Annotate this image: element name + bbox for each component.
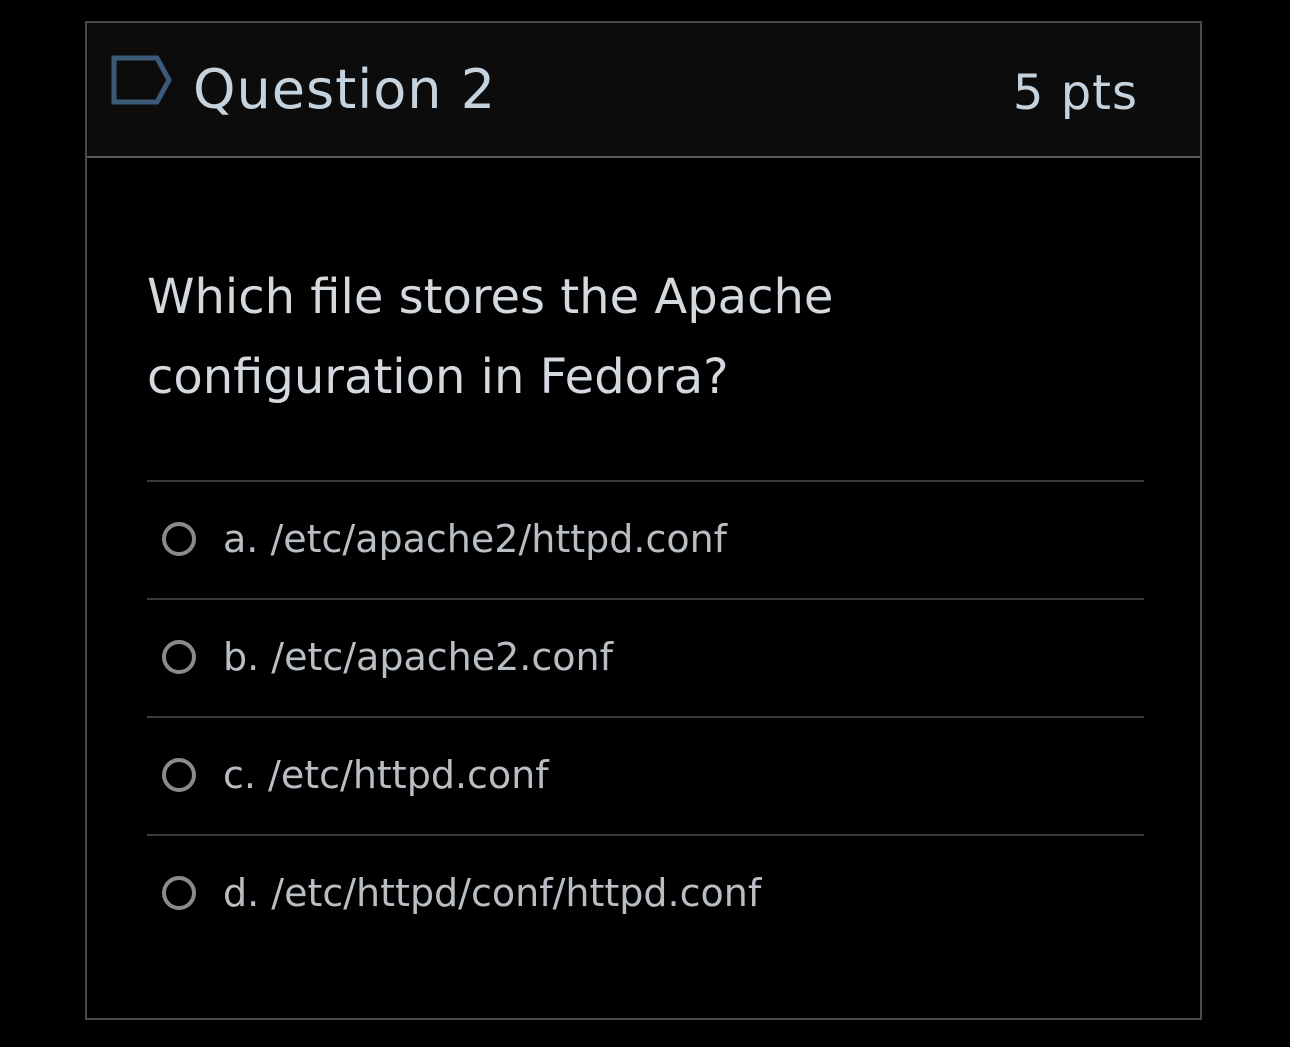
flag-question-icon[interactable] (111, 55, 173, 105)
radio-button[interactable] (162, 522, 196, 556)
answer-label[interactable]: c. /etc/httpd.conf (223, 750, 549, 800)
question-points: 5 pts (1012, 65, 1138, 121)
question-header: Question 2 5 pts (87, 23, 1200, 158)
answer-option-b[interactable]: b. /etc/apache2.conf (147, 598, 1144, 716)
radio-button[interactable] (162, 876, 196, 910)
answer-option-a[interactable]: a. /etc/apache2/httpd.conf (147, 480, 1144, 598)
answer-option-c[interactable]: c. /etc/httpd.conf (147, 716, 1144, 834)
answer-option-d[interactable]: d. /etc/httpd/conf/httpd.conf (147, 834, 1144, 952)
radio-button[interactable] (162, 640, 196, 674)
radio-button[interactable] (162, 758, 196, 792)
answer-label[interactable]: d. /etc/httpd/conf/httpd.conf (223, 868, 761, 918)
answer-list: a. /etc/apache2/httpd.conf b. /etc/apach… (147, 480, 1144, 952)
question-text: Which file stores the Apache configurati… (147, 269, 834, 405)
question-card: Question 2 5 pts Which file stores the A… (85, 21, 1202, 1020)
answer-label[interactable]: a. /etc/apache2/httpd.conf (223, 514, 727, 564)
question-title: Question 2 (193, 58, 497, 121)
answer-label[interactable]: b. /etc/apache2.conf (223, 632, 613, 682)
